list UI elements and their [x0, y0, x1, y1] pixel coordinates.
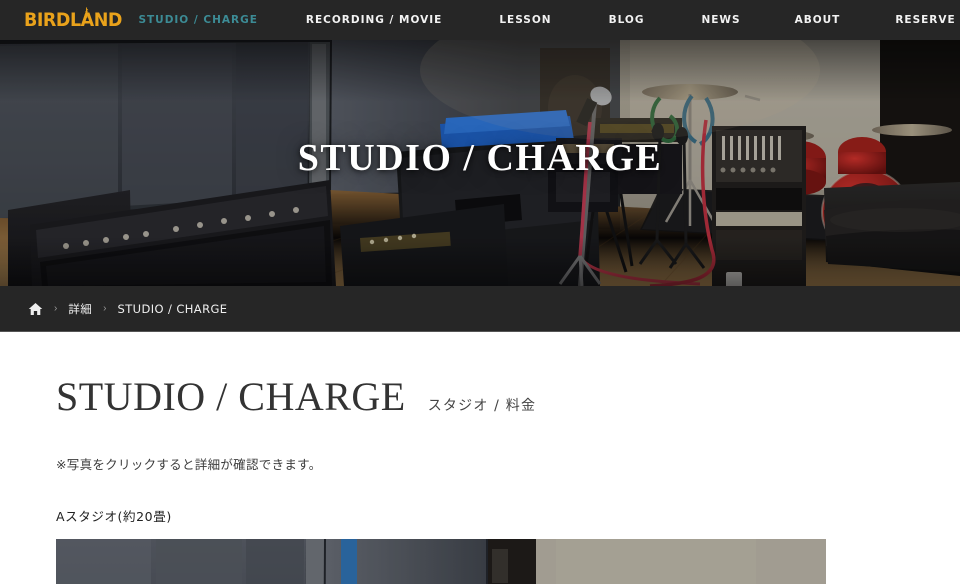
- click-photo-note: ※写真をクリックすると詳細が確認できます。: [56, 457, 322, 472]
- site-header: BIRDLAND STUDIO / CHARGE RECORDING / MOV…: [0, 0, 960, 40]
- breadcrumb-bar: › 詳細 › STUDIO / CHARGE: [0, 286, 960, 332]
- logo-text: BIRDLAND: [24, 9, 122, 31]
- studio-a-label: Aスタジオ(約20畳): [56, 509, 172, 524]
- breadcrumb-item-current: STUDIO / CHARGE: [117, 301, 228, 316]
- nav-item-studio-charge[interactable]: STUDIO / CHARGE: [138, 0, 257, 40]
- nav-item-about[interactable]: ABOUT: [795, 0, 841, 40]
- main-content: STUDIO / CHARGE スタジオ / 料金 ※写真をクリックすると詳細が…: [0, 332, 960, 584]
- home-icon[interactable]: [28, 302, 43, 316]
- breadcrumb-item-detail[interactable]: 詳細: [68, 301, 92, 317]
- nav-item-news[interactable]: NEWS: [701, 0, 740, 40]
- breadcrumb: › 詳細 › STUDIO / CHARGE: [28, 301, 227, 317]
- nav-item-reserve[interactable]: RESERVE: [895, 0, 955, 40]
- nav-item-recording-movie[interactable]: RECORDING / MOVIE: [306, 0, 442, 40]
- hero-title: STUDIO / CHARGE: [297, 137, 663, 179]
- studio-a-scene-illustration: [56, 539, 826, 584]
- site-logo[interactable]: BIRDLAND: [24, 0, 130, 40]
- nav-item-blog[interactable]: BLOG: [609, 0, 645, 40]
- main-navigation: STUDIO / CHARGE RECORDING / MOVIE LESSON…: [138, 0, 960, 40]
- page-heading: STUDIO / CHARGE スタジオ / 料金: [56, 377, 932, 417]
- studio-a-photo[interactable]: [56, 539, 826, 584]
- hero-banner: STUDIO / CHARGE: [0, 40, 960, 286]
- page-title: STUDIO / CHARGE: [56, 374, 406, 419]
- breadcrumb-separator-1: ›: [54, 303, 58, 314]
- breadcrumb-separator-2: ›: [103, 303, 107, 314]
- nav-item-lesson[interactable]: LESSON: [499, 0, 551, 40]
- page-subtitle: スタジオ / 料金: [427, 398, 537, 414]
